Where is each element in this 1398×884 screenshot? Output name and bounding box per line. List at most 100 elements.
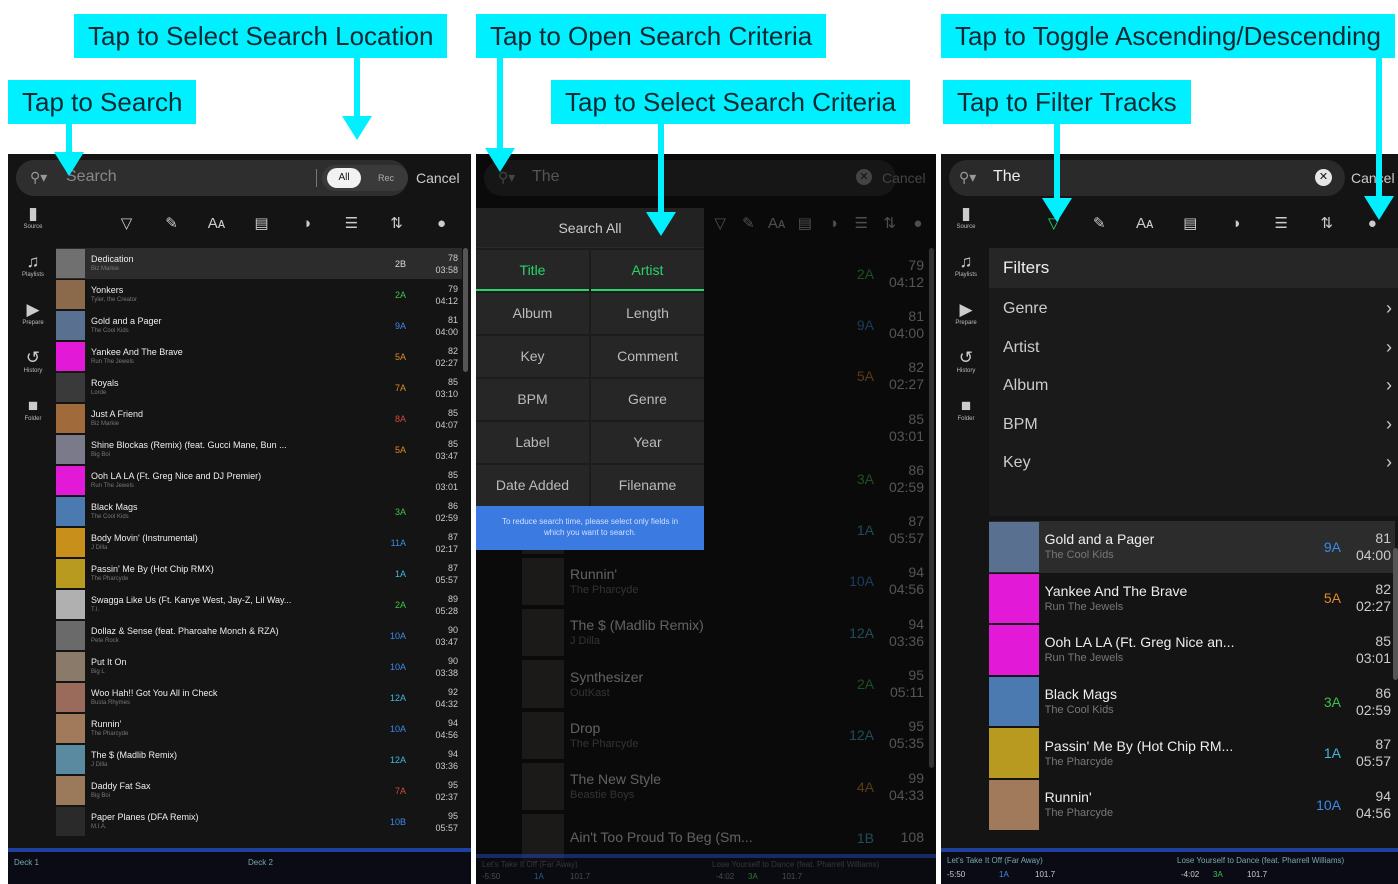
track-info: Daddy Fat Sax Big Boi: [85, 780, 346, 801]
list-icon[interactable]: ☰: [1268, 214, 1294, 232]
track-row[interactable]: The $ (Madlib Remix) J Dilla 12A 94 03:36: [476, 607, 928, 658]
track-row[interactable]: Dedication Biz Markie 2B 78 03:58: [56, 248, 462, 279]
playlist-add-icon[interactable]: ▤: [1177, 214, 1203, 232]
track-row[interactable]: Yonkers Tyler, the Creator 2A 79 04:12: [56, 279, 462, 310]
track-row[interactable]: Runnin' The Pharcyde 10A 94 04:56: [476, 556, 928, 607]
track-row[interactable]: Passin' Me By (Hot Chip RMX) The Pharcyde…: [56, 558, 462, 589]
list-icon[interactable]: ☰: [848, 214, 874, 232]
cancel-button[interactable]: Cancel: [882, 170, 926, 186]
track-time: 03:58: [435, 264, 458, 275]
edit-icon[interactable]: ✎: [159, 214, 185, 232]
criteria-label[interactable]: Label: [476, 422, 589, 463]
track-row[interactable]: Just A Friend Biz Markie 8A 85 04:07: [56, 403, 462, 434]
cancel-button[interactable]: Cancel: [1351, 170, 1395, 186]
playlist-add-icon[interactable]: ▤: [792, 214, 818, 232]
criteria-artist[interactable]: Artist: [591, 250, 704, 291]
track-row[interactable]: Gold and a Pager The Cool Kids 9A 81 04:00: [56, 310, 462, 341]
filter-artist[interactable]: Artist ›: [989, 329, 1398, 367]
criteria-filename[interactable]: Filename: [591, 465, 704, 506]
criteria-year[interactable]: Year: [591, 422, 704, 463]
search-icon[interactable]: ⚲▾: [30, 169, 47, 186]
scrollbar[interactable]: [929, 248, 934, 768]
clear-icon[interactable]: ✕: [856, 169, 872, 185]
search-criteria-icon[interactable]: ⚲▾: [959, 169, 976, 186]
search-location-all[interactable]: All: [327, 168, 361, 188]
sidebar-item-folder[interactable]: ■ Folder: [941, 396, 991, 422]
track-row[interactable]: Ooh LA LA (Ft. Greg Nice and DJ Premier)…: [56, 465, 462, 496]
criteria-length[interactable]: Length: [591, 293, 704, 334]
track-row[interactable]: The New Style Beastie Boys 4A 99 04:33: [476, 761, 928, 812]
sort-icon[interactable]: ⇅: [877, 214, 903, 232]
search-bar[interactable]: ⚲▾ The ✕: [484, 160, 896, 196]
search-input[interactable]: The: [993, 168, 1021, 186]
track-row[interactable]: Yankee And The Brave Run The Jewels 5A 82 02…: [56, 341, 462, 372]
filter-album[interactable]: Album ›: [989, 367, 1398, 405]
track-row[interactable]: The $ (Madlib Remix) J Dilla 12A 94 03:36: [56, 744, 462, 775]
sidebar-item-playlists[interactable]: ♫ Playlists: [8, 252, 58, 278]
search-bar[interactable]: ⚲▾ The ✕: [949, 160, 1345, 196]
playlist-add-icon[interactable]: ▤: [249, 214, 275, 232]
sort-order-icon[interactable]: ●: [429, 215, 455, 232]
track-row[interactable]: Shine Blockas (Remix) (feat. Gucci Mane,…: [56, 434, 462, 465]
criteria-genre[interactable]: Genre: [591, 379, 704, 420]
filter-bpm[interactable]: BPM ›: [989, 406, 1398, 444]
track-row[interactable]: Yankee And The Brave Run The Jewels 5A 82 02…: [989, 573, 1395, 625]
list-icon[interactable]: ☰: [339, 214, 365, 232]
track-row[interactable]: Paper Planes (DFA Remix) M.I.A. 10B 95 05:57: [56, 806, 462, 837]
sidebar-item-folder[interactable]: ■ Folder: [8, 396, 58, 422]
track-row[interactable]: Black Mags The Cool Kids 3A 86 02:59: [989, 676, 1395, 728]
criteria-key[interactable]: Key: [476, 336, 589, 377]
criteria-bpm[interactable]: BPM: [476, 379, 589, 420]
sidebar-item-history[interactable]: ↺ History: [8, 348, 58, 374]
scrollbar[interactable]: [463, 248, 468, 372]
criteria-date-added[interactable]: Date Added: [476, 465, 589, 506]
sidebar-item-history[interactable]: ↺ History: [941, 348, 991, 374]
track-row[interactable]: Body Movin' (Instrumental) J Dilla 11A 87 02…: [56, 527, 462, 558]
track-row[interactable]: Passin' Me By (Hot Chip RM... The Pharcyd…: [989, 727, 1395, 779]
criteria-title[interactable]: Title: [476, 250, 589, 291]
sidebar-item-source[interactable]: ▮ Source: [941, 204, 991, 230]
track-row[interactable]: Gold and a Pager The Cool Kids 9A 81 04:00: [989, 521, 1395, 573]
track-row[interactable]: Runnin' The Pharcyde 10A 94 04:56: [989, 779, 1395, 831]
clear-icon[interactable]: ✕: [1315, 169, 1332, 186]
scrollbar[interactable]: [1393, 548, 1398, 680]
filter-genre[interactable]: Genre ›: [989, 290, 1398, 328]
font-icon[interactable]: Aᴀ: [204, 215, 230, 232]
track-row[interactable]: Swagga Like Us (Ft. Kanye West, Jay-Z, L…: [56, 589, 462, 620]
color-icon[interactable]: ◑: [820, 215, 846, 232]
font-icon[interactable]: Aᴀ: [1132, 215, 1158, 232]
sidebar-item-playlists[interactable]: ♫ Playlists: [941, 252, 991, 278]
track-bpm: 85: [908, 410, 924, 427]
search-location-rec[interactable]: Rec: [370, 168, 402, 188]
track-row[interactable]: Daddy Fat Sax Big Boi 7A 95 02:37: [56, 775, 462, 806]
color-icon[interactable]: ◑: [1223, 215, 1249, 232]
sort-icon[interactable]: ⇅: [384, 214, 410, 232]
track-row[interactable]: Black Mags The Cool Kids 3A 86 02:59: [56, 496, 462, 527]
edit-icon[interactable]: ✎: [1086, 214, 1112, 232]
track-row[interactable]: Ooh LA LA (Ft. Greg Nice an... Run The Je…: [989, 624, 1395, 676]
filter-icon[interactable]: ▽: [114, 214, 140, 232]
sort-icon[interactable]: ⇅: [1314, 214, 1340, 232]
track-row[interactable]: Put It On Big L 10A 90 03:38: [56, 651, 462, 682]
track-row[interactable]: Drop The Pharcyde 12A 95 05:35: [476, 710, 928, 761]
track-row[interactable]: Runnin' The Pharcyde 10A 94 04:56: [56, 713, 462, 744]
track-row[interactable]: Woo Hah!! Got You All in Check Busta Rhym…: [56, 682, 462, 713]
cancel-button[interactable]: Cancel: [416, 170, 460, 186]
track-artist: The Cool Kids: [91, 328, 129, 334]
criteria-comment[interactable]: Comment: [591, 336, 704, 377]
filter-icon[interactable]: ▽: [707, 214, 733, 232]
track-row[interactable]: Dollaz & Sense (feat. Pharoahe Monch & R…: [56, 620, 462, 651]
sort-order-icon[interactable]: ●: [905, 215, 931, 232]
track-row[interactable]: Synthesizer OutKast 2A 95 05:11: [476, 658, 928, 709]
filter-key[interactable]: Key ›: [989, 444, 1398, 482]
color-icon[interactable]: ◑: [294, 215, 320, 232]
filter-label: Genre: [1003, 300, 1048, 317]
track-row[interactable]: Royals Lorde 7A 85 03:10: [56, 372, 462, 403]
search-input[interactable]: The: [532, 168, 560, 186]
sidebar-item-prepare[interactable]: ▶ Prepare: [8, 300, 58, 326]
criteria-album[interactable]: Album: [476, 293, 589, 334]
sidebar-item-prepare[interactable]: ▶ Prepare: [941, 300, 991, 326]
edit-icon[interactable]: ✎: [735, 214, 761, 232]
sidebar-item-source[interactable]: ▮ Source: [8, 204, 58, 230]
font-icon[interactable]: Aᴀ: [764, 215, 790, 232]
